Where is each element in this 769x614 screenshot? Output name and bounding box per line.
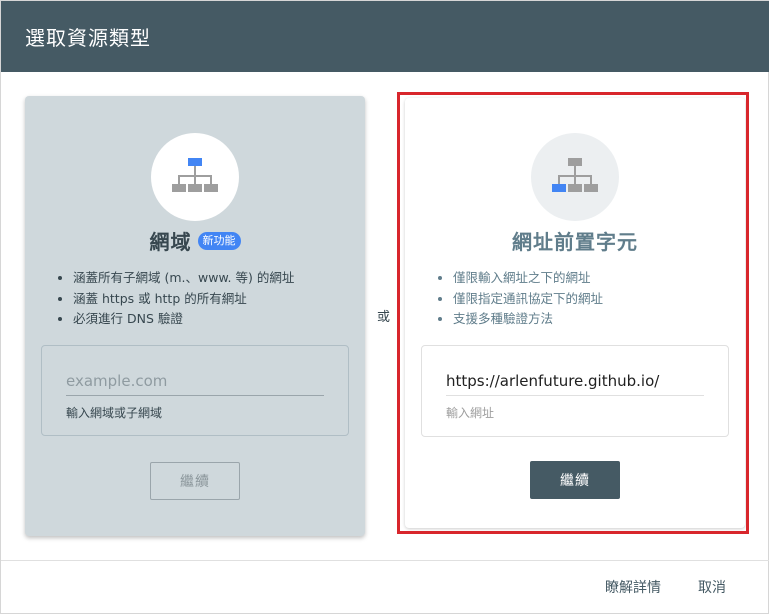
domain-input-helper: 輸入網域或子網域: [66, 406, 163, 420]
url-prefix-icon-circle: [531, 133, 619, 221]
url-prefix-title-row: 網址前置字元: [405, 226, 745, 255]
url-prefix-card-title: 網址前置字元: [512, 230, 638, 254]
or-separator: 或: [377, 310, 391, 325]
list-item: 涵蓋 https 或 http 的所有網址: [73, 289, 294, 310]
domain-icon-circle: [151, 133, 239, 221]
dialog-title: 選取資源類型: [25, 26, 151, 50]
footer-divider: [1, 560, 769, 561]
domain-title-row: 網域 新功能: [25, 226, 365, 255]
list-item: 僅限輸入網址之下的網址: [453, 268, 603, 289]
domain-card-title: 網域: [149, 230, 192, 254]
cancel-button[interactable]: 取消: [698, 577, 726, 597]
url-prefix-continue-button[interactable]: 繼續: [530, 461, 620, 499]
list-item: 僅限指定通訊協定下的網址: [453, 289, 603, 310]
domain-continue-button[interactable]: 繼續: [150, 462, 240, 500]
url-prefix-input[interactable]: [446, 366, 704, 396]
select-property-type-dialog: 選取資源類型 網域 新功能 涵蓋所有子網域 (m.、www. 等) 的網址 涵蓋…: [0, 0, 769, 614]
list-item: 必須進行 DNS 驗證: [73, 309, 294, 330]
url-prefix-feature-list: 僅限輸入網址之下的網址 僅限指定通訊協定下的網址 支援多種驗證方法: [435, 268, 603, 330]
sitemap-icon: [552, 158, 598, 192]
domain-input-box: 輸入網域或子網域: [41, 345, 349, 436]
dialog-header: 選取資源類型: [1, 1, 769, 72]
url-prefix-input-helper: 輸入網址: [446, 406, 495, 420]
url-prefix-card[interactable]: 網址前置字元 僅限輸入網址之下的網址 僅限指定通訊協定下的網址 支援多種驗證方法…: [405, 98, 745, 528]
new-feature-badge: 新功能: [197, 231, 241, 250]
url-prefix-input-box: 輸入網址: [421, 345, 729, 437]
learn-more-button[interactable]: 瞭解詳情: [605, 577, 661, 597]
domain-feature-list: 涵蓋所有子網域 (m.、www. 等) 的網址 涵蓋 https 或 http …: [55, 268, 294, 330]
sitemap-icon: [172, 158, 218, 192]
domain-card[interactable]: 網域 新功能 涵蓋所有子網域 (m.、www. 等) 的網址 涵蓋 https …: [25, 96, 365, 536]
list-item: 支援多種驗證方法: [453, 309, 603, 330]
list-item: 涵蓋所有子網域 (m.、www. 等) 的網址: [73, 268, 294, 289]
domain-input[interactable]: [66, 366, 324, 396]
